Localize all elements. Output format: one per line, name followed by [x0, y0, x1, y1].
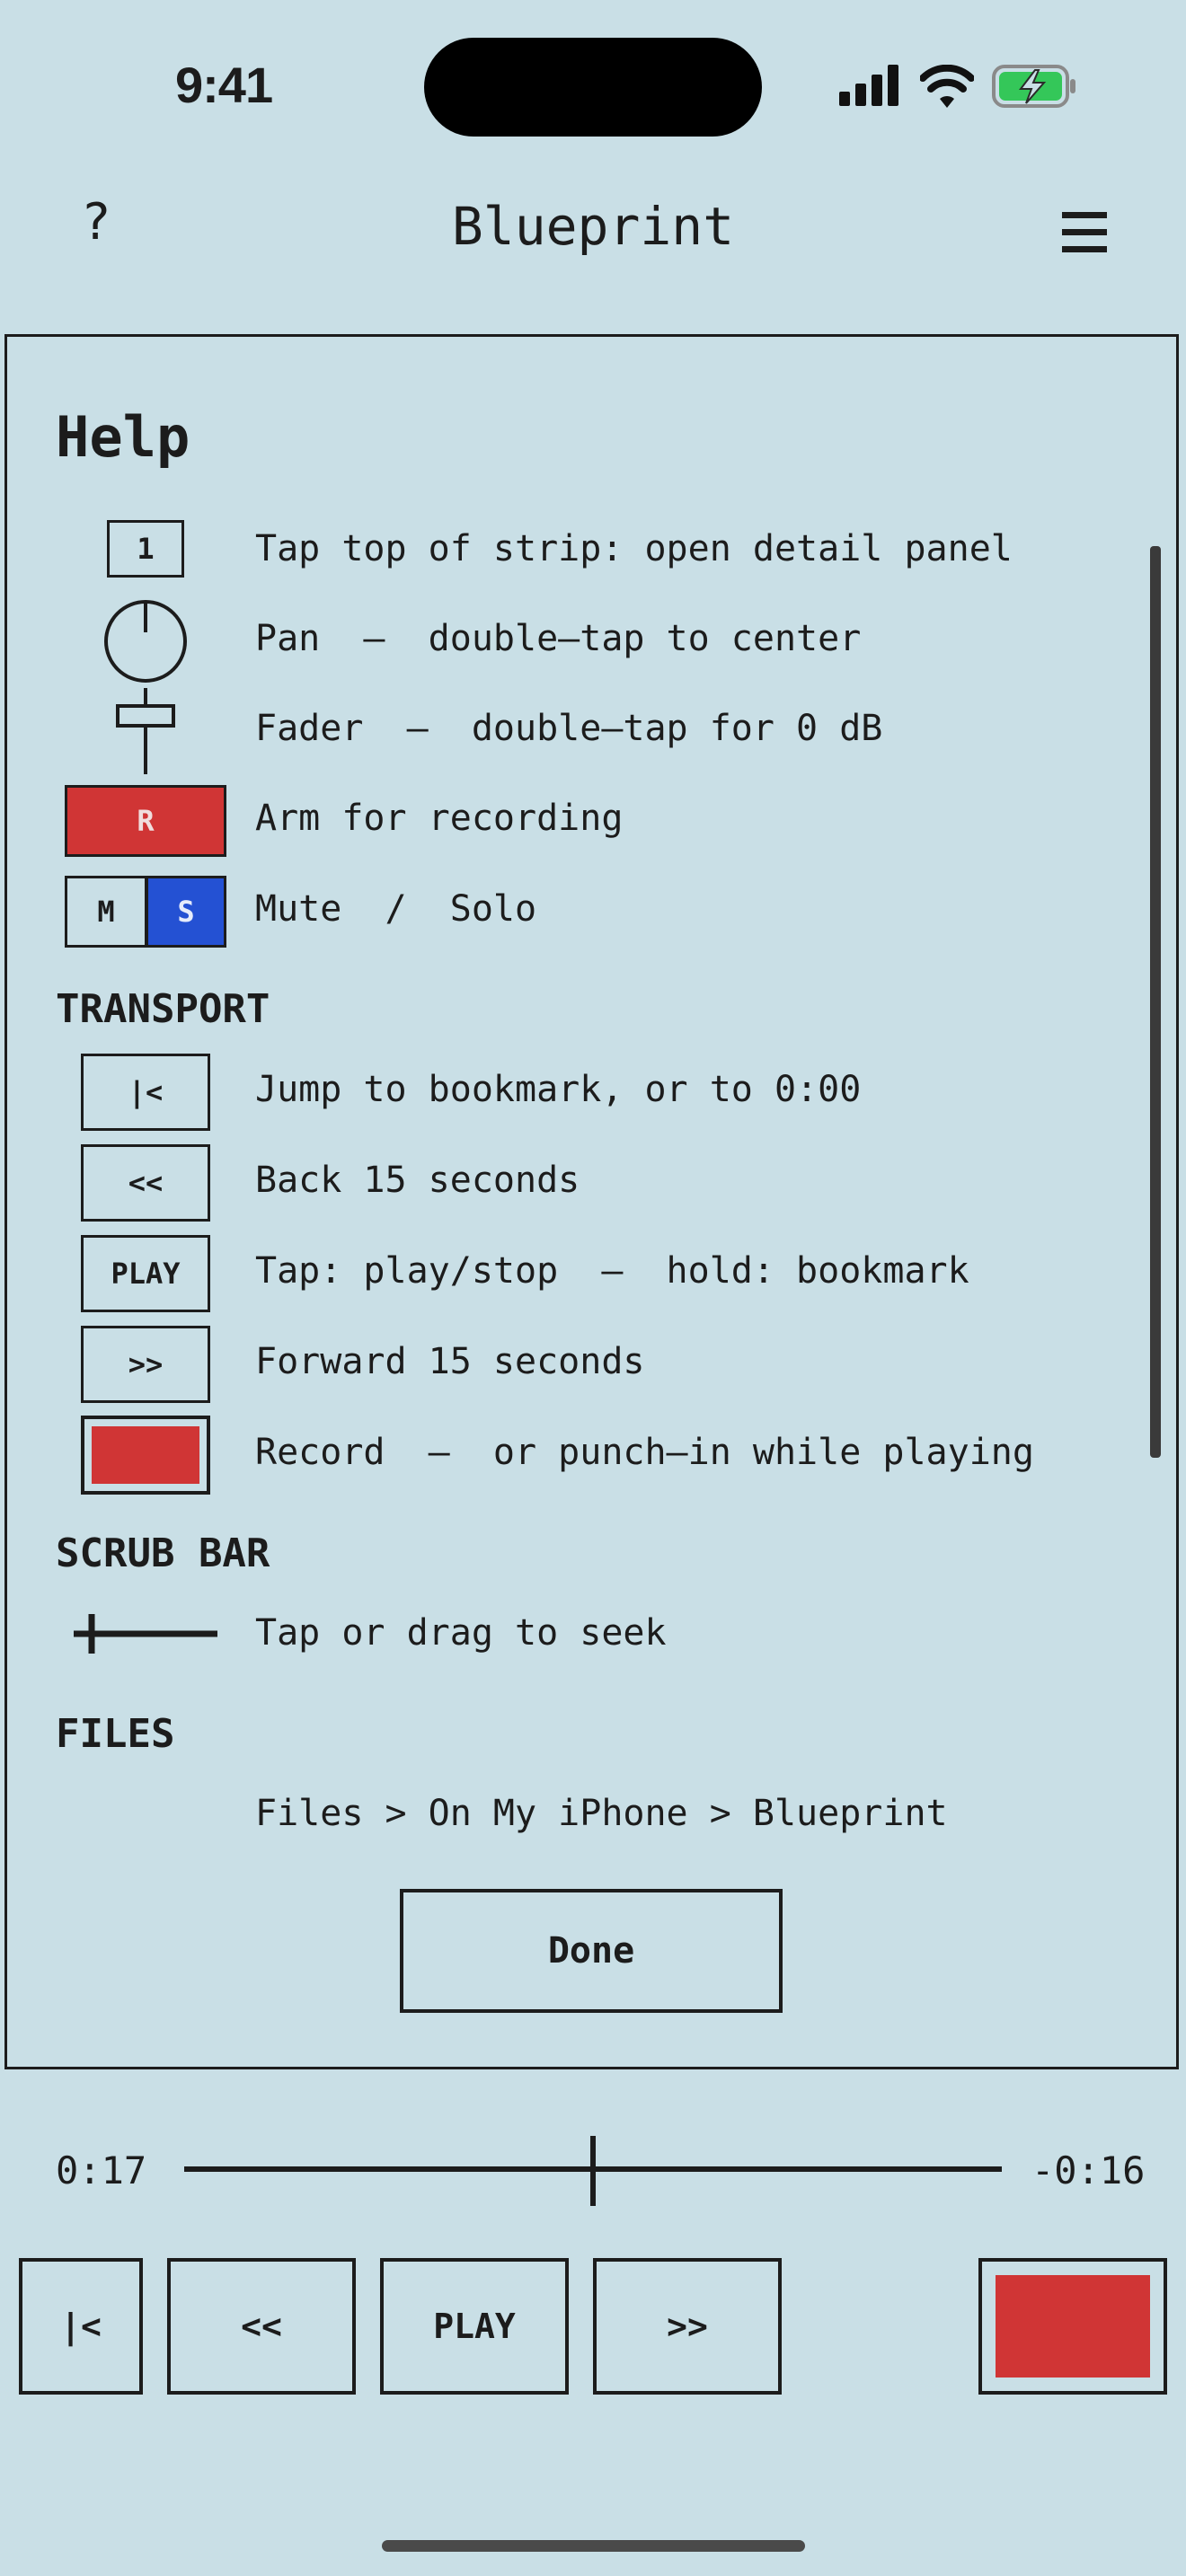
jump-to-bookmark-button[interactable]: |<: [19, 2258, 143, 2395]
scrub-desc: Tap or drag to seek: [255, 1612, 667, 1654]
pan-knob-icon: [104, 600, 187, 683]
remaining-time: -0:16: [1031, 2148, 1146, 2192]
home-indicator[interactable]: [382, 2540, 805, 2552]
files-desc: Files > On My iPhone > Blueprint: [255, 1793, 948, 1834]
status-time: 9:41: [175, 57, 273, 113]
jump-desc: Jump to bookmark, or to 0:00: [255, 1069, 862, 1110]
back-example: <<: [81, 1144, 210, 1222]
forward-15-button[interactable]: >>: [593, 2258, 782, 2395]
transport-heading: TRANSPORT: [56, 986, 270, 1032]
forward-example: >>: [81, 1326, 210, 1403]
play-button[interactable]: PLAY: [380, 2258, 569, 2395]
arm-desc: Arm for recording: [255, 798, 624, 839]
mute-solo-desc: Mute / Solo: [255, 888, 537, 930]
solo-example: S: [146, 876, 226, 948]
scrub-thumb[interactable]: [590, 2136, 596, 2206]
fader-icon: [116, 688, 175, 774]
pan-desc: Pan – double–tap to center: [255, 618, 862, 659]
help-title: Help: [56, 404, 190, 470]
mute-example: M: [65, 876, 147, 948]
record-button[interactable]: [978, 2258, 1167, 2395]
dynamic-island: [424, 38, 762, 137]
arm-record-example: R: [65, 785, 226, 857]
elapsed-time: 0:17: [56, 2148, 147, 2192]
hamburger-menu-icon[interactable]: [1062, 212, 1107, 252]
cellular-signal-icon: [839, 65, 898, 106]
wifi-icon: [920, 65, 974, 108]
battery-charging-icon: [992, 65, 1075, 108]
fader-desc: Fader – double–tap for 0 dB: [255, 708, 883, 749]
files-heading: FILES: [56, 1711, 175, 1757]
play-example: PLAY: [81, 1235, 210, 1312]
record-square-icon: [92, 1426, 199, 1484]
channel-number-example: 1: [107, 520, 184, 578]
app-title: Blueprint: [451, 196, 735, 257]
scroll-indicator[interactable]: [1150, 546, 1161, 1458]
jump-example: |<: [81, 1054, 210, 1131]
strip-desc: Tap top of strip: open detail panel: [255, 528, 1013, 569]
back-15-button[interactable]: <<: [167, 2258, 356, 2395]
record-square-icon: [996, 2275, 1150, 2378]
done-button[interactable]: Done: [400, 1889, 783, 2013]
record-example: [81, 1416, 210, 1495]
scrub-heading: SCRUB BAR: [56, 1531, 270, 1576]
back-desc: Back 15 seconds: [255, 1160, 580, 1201]
forward-desc: Forward 15 seconds: [255, 1341, 645, 1382]
play-desc: Tap: play/stop – hold: bookmark: [255, 1250, 969, 1292]
record-desc: Record – or punch–in while playing: [255, 1432, 1034, 1473]
scrub-bar-icon: [74, 1614, 217, 1654]
